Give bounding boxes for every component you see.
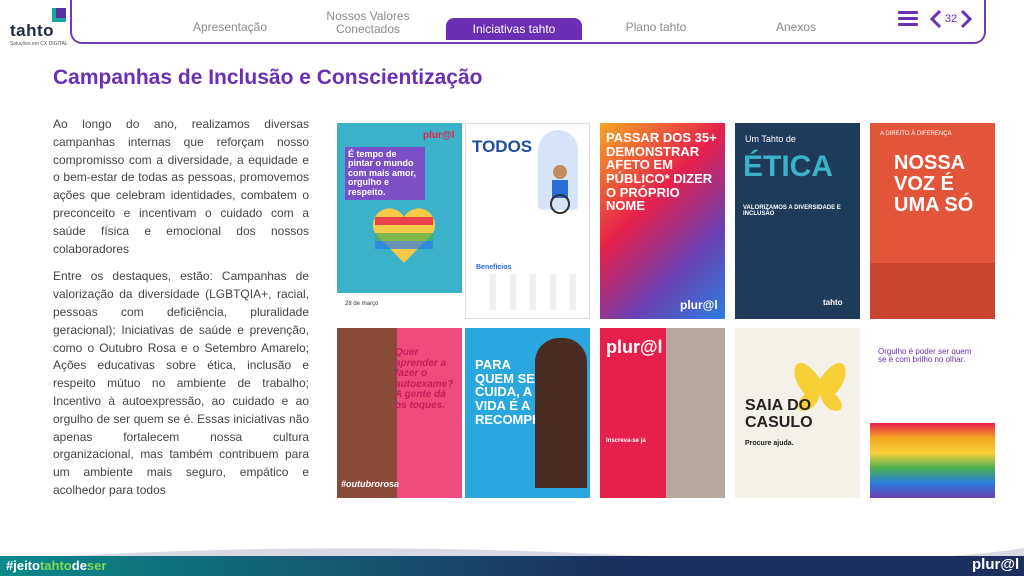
highlights-paragraph: Entre os destaques, estão: Campanhas de …: [53, 269, 309, 497]
hashtag-part: ser: [86, 558, 107, 573]
poster-text: NOSSA VOZ É UMA SÓ: [894, 152, 974, 216]
logo-subtitle: Soluções em CX DIGITAL: [10, 41, 68, 47]
poster-saia-do-casulo[interactable]: SAIA DO CASULO Procure ajuda.: [735, 328, 860, 498]
menu-icon[interactable]: [898, 11, 918, 27]
hashtag-part: tahto: [39, 558, 72, 573]
poster-logo: plur@l: [423, 130, 455, 141]
poster-outubro-rosa[interactable]: Quer aprender a fazer o autoexame? A gen…: [337, 328, 462, 498]
poster-text: PASSAR DOS 35+ DEMONSTRAR AFETO EM PÚBLI…: [606, 130, 717, 214]
poster-orgulho[interactable]: Orgulho é poder ser quem se é com brilho…: [870, 328, 995, 498]
chevron-right-icon[interactable]: [960, 9, 972, 29]
rainbow-heart-icon: [372, 208, 436, 263]
page-pager: 32: [930, 8, 972, 30]
poster-todos[interactable]: TODOS Benefícios: [465, 123, 590, 319]
slide: tahto Soluções em CX DIGITAL Apresentaçã…: [0, 0, 1024, 576]
poster-pride-month[interactable]: É tempo de pintar o mundo com mais amor,…: [337, 123, 462, 319]
intro-paragraph: Ao longo do ano, realizamos diversas cam…: [53, 117, 309, 256]
poster-text: Orgulho é poder ser quem se é com brilho…: [878, 347, 972, 365]
tab-plano[interactable]: Plano tahto: [608, 12, 704, 42]
poster-text: TODOS: [472, 137, 533, 156]
poster-text: ÉTICA: [743, 150, 833, 183]
poster-footer: 28 de março: [345, 300, 379, 307]
footer-hashtag: #jeitotahtodeser: [6, 558, 106, 573]
header: tahto Soluções em CX DIGITAL Apresentaçã…: [0, 0, 1024, 48]
tab-iniciativas[interactable]: Iniciativas tahto: [446, 18, 582, 40]
poster-subtitle: VALORIZAMOS A DIVERSIDADE E INCLUSÃO: [743, 205, 841, 218]
poster-footer: Procure ajuda.: [745, 440, 794, 447]
chevron-left-icon[interactable]: [930, 9, 942, 29]
tahto-logo: tahto Soluções em CX DIGITAL: [8, 4, 68, 47]
poster-etica[interactable]: Um Tahto de ÉTICA VALORIZAMOS A DIVERSID…: [735, 123, 860, 319]
poster-top: Um Tahto de: [745, 134, 796, 144]
campaign-poster-grid: É tempo de pintar o mundo com mais amor,…: [337, 123, 1002, 498]
page-number: 32: [944, 13, 958, 25]
poster-footer: #outubrorosa: [341, 479, 400, 489]
logo-word: tahto: [10, 21, 55, 40]
hashtag-part: #jeito: [6, 558, 40, 573]
poster-setembro-saude[interactable]: PARA QUEM SE CUIDA, A VIDA É A RECOMPENS…: [465, 328, 590, 498]
poster-nossa-voz[interactable]: A DIREITO À DIFERENÇA NOSSA VOZ É UMA SÓ: [870, 123, 995, 319]
poster-plural-wheelchair[interactable]: plur@l Inscreva-se já: [600, 328, 725, 498]
poster-text: plur@l: [606, 337, 663, 357]
poster-top: A DIREITO À DIFERENÇA: [880, 131, 952, 137]
poster-text: É tempo de pintar o mundo com mais amor,…: [345, 147, 425, 201]
poster-logo: plur@l: [680, 298, 718, 312]
logo-mark-icon: [52, 8, 66, 22]
poster-pluralidade-lgbt[interactable]: PASSAR DOS 35+ DEMONSTRAR AFETO EM PÚBLI…: [600, 123, 725, 319]
footer-bar: [0, 556, 1024, 576]
wheelchair-icon: [550, 165, 570, 214]
tab-nossos-valores[interactable]: Nossos Valores Conectados: [320, 8, 416, 38]
poster-footer: Inscreva-se já: [606, 438, 646, 444]
poster-text: SAIA DO CASULO: [745, 397, 813, 431]
body-text: Ao longo do ano, realizamos diversas cam…: [53, 116, 309, 510]
poster-footer: tahto: [823, 298, 843, 307]
hashtag-part: de: [71, 558, 87, 573]
tab-apresentacao[interactable]: Apresentação: [182, 12, 278, 42]
top-navigation: Apresentação Nossos Valores Conectados I…: [70, 0, 986, 44]
poster-footer: Benefícios: [476, 264, 512, 271]
tab-anexos[interactable]: Anexos: [748, 12, 844, 42]
footer-plural-logo: plur@l: [972, 556, 1020, 573]
poster-text: Quer aprender a fazer o autoexame? A gen…: [395, 347, 454, 411]
page-title: Campanhas de Inclusão e Conscientização: [53, 66, 483, 89]
